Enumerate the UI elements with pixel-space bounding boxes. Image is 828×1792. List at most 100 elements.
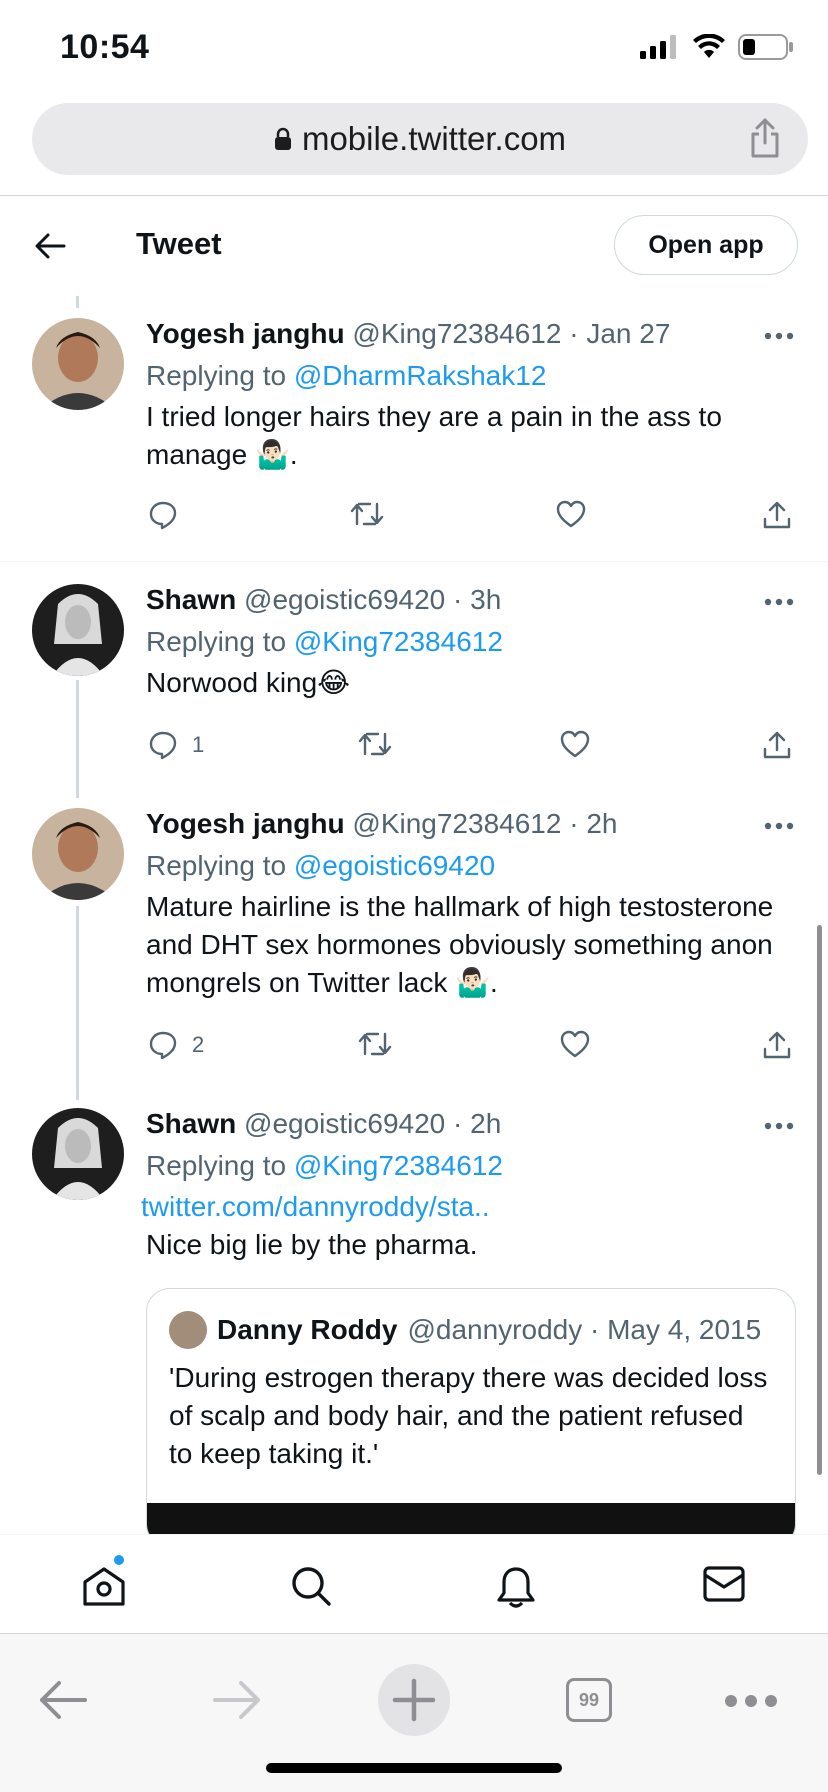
quote-avatar (169, 1311, 207, 1349)
search-icon (292, 1567, 331, 1606)
tweet-text: Mature hairline is the hallmark of high … (146, 891, 774, 998)
author-name[interactable]: Shawn (146, 584, 236, 615)
plus-icon (392, 1678, 436, 1722)
reply-button[interactable]: 1 (148, 730, 204, 760)
share-tweet-button[interactable] (762, 730, 792, 760)
share-tweet-button[interactable] (762, 1030, 792, 1060)
mail-icon (703, 1566, 745, 1602)
cellular-signal-icon (640, 35, 676, 59)
replying-to: Replying to @King72384612 (146, 1150, 503, 1181)
reply-button[interactable] (148, 500, 192, 530)
status-bar: 10:54 (0, 0, 828, 96)
reply-count: 1 (192, 732, 205, 757)
author-meta: @King72384612 · Jan 27 (352, 318, 671, 349)
status-time: 10:54 (60, 28, 150, 66)
tweet-actions: 2 (146, 1030, 796, 1070)
address-bar[interactable]: mobile.twitter.com (32, 103, 808, 175)
more-options-icon[interactable] (764, 1122, 794, 1130)
lock-icon (274, 127, 291, 150)
nav-messages[interactable] (702, 1565, 746, 1608)
author-name[interactable]: Yogesh janghu (146, 318, 345, 349)
notification-dot (114, 1555, 124, 1565)
avatar-photo (32, 1108, 124, 1200)
replying-to: Replying to @egoistic69420 (146, 850, 496, 881)
tabs-button[interactable]: 99 (566, 1678, 612, 1722)
retweet-icon (358, 1032, 392, 1056)
tweet-actions: 1 (146, 730, 796, 770)
more-options-icon[interactable] (764, 332, 794, 340)
more-menu-icon[interactable] (724, 1694, 778, 1708)
reply-icon (149, 501, 177, 530)
tweet[interactable]: Yogesh janghu @King72384612 · 2h Replyin… (0, 808, 828, 1078)
author-meta: @egoistic69420 · 3h (244, 584, 502, 615)
page-title: Tweet (136, 226, 222, 261)
avatar[interactable] (32, 1108, 124, 1200)
tweet-text: Nice big lie by the pharma. (146, 1229, 478, 1260)
nav-notifications[interactable] (496, 1565, 536, 1614)
heart-icon (560, 730, 590, 758)
status-icons (640, 34, 794, 60)
share-tweet-button[interactable] (762, 500, 792, 530)
tweet-link[interactable]: twitter.com/dannyroddy/sta.. (141, 1188, 781, 1226)
share-icon (763, 731, 791, 759)
retweet-button[interactable] (350, 500, 384, 528)
mention-link[interactable]: @egoistic69420 (294, 850, 495, 881)
author-name[interactable]: Shawn (146, 1108, 236, 1139)
avatar[interactable] (32, 584, 124, 676)
replying-to: Replying to @King72384612 (146, 626, 503, 657)
tweet[interactable]: Shawn @egoistic69420 · 2h Replying to @K… (0, 1108, 828, 1288)
home-icon (83, 1567, 125, 1606)
share-icon[interactable] (748, 117, 782, 159)
nav-search[interactable] (290, 1565, 332, 1612)
more-options-icon[interactable] (764, 598, 794, 606)
thread-line (76, 296, 79, 308)
bottom-nav (0, 1534, 828, 1632)
retweet-button[interactable] (358, 730, 392, 758)
battery-icon (738, 34, 793, 60)
retweet-icon (350, 502, 384, 526)
tweet-text: Norwood king😂 (146, 667, 350, 698)
avatar[interactable] (32, 318, 124, 410)
tweet-text: I tried longer hairs they are a pain in … (146, 401, 722, 470)
tweet-header: Tweet Open app (0, 196, 828, 296)
browser-forward-icon[interactable] (212, 1680, 262, 1720)
open-app-button[interactable]: Open app (614, 215, 798, 275)
new-tab-button[interactable] (378, 1664, 450, 1736)
author-meta: @King72384612 · 2h (352, 808, 618, 839)
mention-link[interactable]: @King72384612 (294, 1150, 503, 1181)
avatar[interactable] (32, 808, 124, 900)
url-text: mobile.twitter.com (301, 120, 567, 157)
like-button[interactable] (556, 500, 586, 528)
mention-link[interactable]: @DharmRakshak12 (294, 360, 547, 391)
replying-to: Replying to @DharmRakshak12 (146, 360, 547, 391)
mention-link[interactable]: @King72384612 (294, 626, 503, 657)
tweet[interactable]: Shawn @egoistic69420 · 3h Replying to @K… (0, 584, 828, 778)
reply-icon (149, 731, 177, 760)
avatar-photo (32, 318, 124, 410)
scrollbar[interactable] (817, 925, 822, 1475)
wifi-icon (693, 34, 725, 58)
retweet-icon (358, 732, 392, 756)
heart-icon (560, 1030, 590, 1058)
share-icon (763, 501, 791, 529)
more-options-icon[interactable] (764, 822, 794, 830)
author-name[interactable]: Yogesh janghu (146, 808, 345, 839)
tweet-actions (146, 500, 796, 540)
back-arrow-icon[interactable] (34, 232, 66, 260)
share-icon (763, 1031, 791, 1059)
reply-count: 2 (192, 1032, 205, 1057)
reply-button[interactable]: 2 (148, 1030, 204, 1060)
tweet[interactable]: Yogesh janghu @King72384612 · Jan 27 Rep… (0, 318, 828, 562)
quote-author-name: Danny Roddy (217, 1314, 398, 1345)
home-indicator (266, 1763, 562, 1773)
like-button[interactable] (560, 730, 590, 758)
heart-icon (556, 500, 586, 528)
quoted-tweet[interactable]: Danny Roddy @dannyroddy · May 4, 2015 'D… (146, 1288, 796, 1548)
nav-home[interactable] (82, 1555, 126, 1612)
avatar-photo (32, 584, 124, 676)
divider (0, 561, 828, 562)
like-button[interactable] (560, 1030, 590, 1058)
browser-back-icon[interactable] (38, 1680, 88, 1720)
retweet-button[interactable] (358, 1030, 392, 1058)
quote-author-meta: @dannyroddy · May 4, 2015 (407, 1314, 762, 1345)
